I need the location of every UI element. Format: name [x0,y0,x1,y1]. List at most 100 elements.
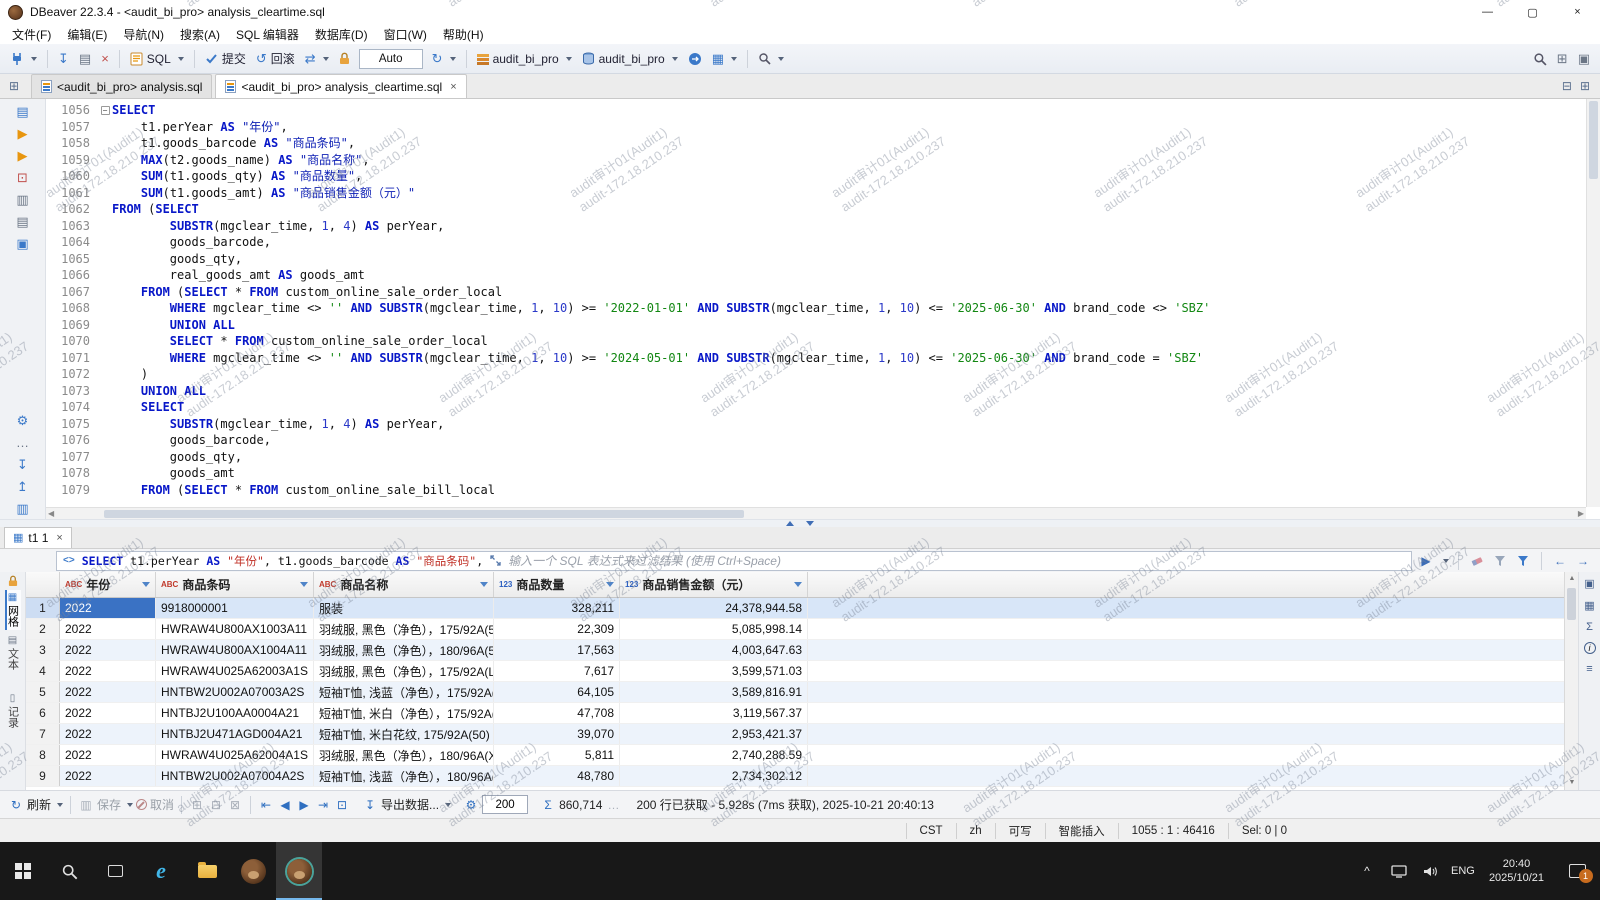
volume-tray-button[interactable] [1415,842,1447,900]
grid-cell[interactable]: 3,599,571.03 [620,661,808,681]
grid-cell[interactable]: 39,070 [494,724,620,744]
network-tray-button[interactable] [1383,842,1415,900]
menu-item[interactable]: 导航(N) [115,24,172,44]
language-indicator[interactable]: ENG [1447,842,1479,900]
side-tab-grid[interactable]: ▦ 网格 [5,590,21,630]
code-line[interactable]: 1070 SELECT * FROM custom_online_sale_or… [46,333,1586,350]
taskbar-clock[interactable]: 20:40 2025/10/21 [1479,857,1554,885]
refresh-button[interactable]: ↻ [428,47,460,71]
code-line[interactable]: 1073 UNION ALL [46,383,1586,400]
action-center-button[interactable]: 1 [1554,842,1600,900]
next-row-icon[interactable]: ▶ [296,798,312,812]
grid-cell[interactable]: 48,780 [494,766,620,786]
layout-button[interactable]: ▣ [1574,47,1594,71]
grid-cell[interactable]: 9918000001 [156,598,314,618]
row-number[interactable]: 1 [26,598,60,618]
execute-script-icon[interactable]: ▶ [13,147,33,164]
results-tab[interactable]: ▦ t1 1 × [4,527,72,548]
side-tab-record[interactable]: ▯ 记录 [5,691,21,731]
grid-cell[interactable]: HNTBJ2U471AGD004A21 [156,724,314,744]
grid-cell[interactable]: 24,378,944.58 [620,598,808,618]
grid-cell[interactable]: 2022 [60,598,156,618]
cancel-label[interactable]: 取消 [150,796,174,813]
grid-cell[interactable]: 2022 [60,724,156,744]
more-icon[interactable]: … [605,798,621,812]
grid-cell[interactable]: 47,708 [494,703,620,723]
code-line[interactable]: 1056−SELECT [46,102,1586,119]
grid-cell[interactable]: HNTBJ2U100AA0004A21 [156,703,314,723]
apply-filter-icon[interactable]: ▶ [1417,552,1435,570]
row-number[interactable]: 9 [26,766,60,786]
column-filter-icon[interactable] [142,582,150,587]
output-panel-icon[interactable]: ▣ [13,235,33,252]
grid-cell[interactable]: 328,211 [494,598,620,618]
file-explorer-button[interactable] [184,842,230,900]
delete-row-icon[interactable]: ⊠ [227,798,243,812]
row-number[interactable]: 7 [26,724,60,744]
metadata-panel-icon[interactable]: i [1584,642,1596,654]
code-line[interactable]: 1064 goods_barcode, [46,234,1586,251]
quick-search-button[interactable] [1529,47,1551,71]
grid-cell[interactable]: 短袖T恤, 浅蓝（净色），175/92A(L) [314,682,494,702]
row-number[interactable]: 5 [26,682,60,702]
history-back-icon[interactable]: ← [1551,552,1569,570]
grid-cell[interactable]: HNTBW2U002A07003A2S [156,682,314,702]
code-line[interactable]: 1072 ) [46,366,1586,383]
references-panel-icon[interactable]: ≡ [1586,663,1592,675]
expand-filter-icon[interactable] [490,555,501,566]
last-row-icon[interactable]: ⇥ [315,798,331,812]
database-navigator-icon[interactable]: ▤ [13,103,33,120]
autocommit-lock-button[interactable] [335,47,354,71]
menu-item[interactable]: 搜索(A) [172,24,228,44]
grid-cell[interactable]: 64,105 [494,682,620,702]
result-settings-gear-icon[interactable]: ⚙ [463,798,479,812]
add-row-icon[interactable]: ⊞ [189,798,205,812]
sql-editor-button[interactable]: SQL [126,47,188,71]
filter-icon[interactable] [1514,552,1532,570]
export-data-label[interactable]: 导出数据... [381,796,439,813]
grid-cell[interactable]: HWRAW4U800AX1003A11 [156,619,314,639]
execute-statement-icon[interactable]: ▶ [13,125,33,142]
expand-up-icon[interactable] [786,521,794,526]
transaction-mode-button[interactable]: ⇄ [301,47,333,71]
cancel-icon[interactable] [136,799,147,810]
column-filter-icon[interactable] [300,582,308,587]
more-options-icon[interactable]: … [13,434,33,451]
save-result-icon[interactable]: ▥ [78,798,94,812]
menu-item[interactable]: 帮助(H) [435,24,492,44]
grid-cell[interactable]: 服装 [314,598,494,618]
export-file-icon[interactable]: ↧ [13,456,33,473]
navigator-sync-button[interactable] [684,47,706,71]
grid-cell[interactable]: 2022 [60,766,156,786]
dbeaver-taskbar-button-1[interactable] [230,842,276,900]
grid-cell[interactable]: 3,589,816.91 [620,682,808,702]
open-script-button[interactable]: ▤ [75,47,95,71]
maximize-view-icon[interactable]: ⊞ [1580,79,1590,93]
grid-cell[interactable]: 17,563 [494,640,620,660]
menu-item[interactable]: 编辑(E) [59,24,115,44]
row-number[interactable]: 3 [26,640,60,660]
code-line[interactable]: 1079 FROM (SELECT * FROM custom_online_s… [46,482,1586,499]
close-tab-icon[interactable]: × [450,81,456,93]
tasks-button[interactable]: ▦ [708,47,741,71]
column-header[interactable]: ABC商品条码 [156,572,314,597]
code-line[interactable]: 1067 FROM (SELECT * FROM custom_online_s… [46,284,1586,301]
start-button[interactable] [0,842,46,900]
sql-editor[interactable]: 1056−SELECT1057 t1.perYear AS "年份",1058 … [46,99,1600,519]
grid-cell[interactable]: 4,003,647.63 [620,640,808,660]
grid-cell[interactable]: 3,119,567.37 [620,703,808,723]
close-results-icon[interactable]: × [56,532,62,544]
previous-row-icon[interactable]: ◀ [277,798,293,812]
grid-cell[interactable]: 22,309 [494,619,620,639]
grid-cell[interactable]: 7,617 [494,661,620,681]
grid-cell[interactable]: HWRAW4U025A62004A1S [156,745,314,765]
table-row[interactable]: 82022HWRAW4U025A62004A1S羽绒服, 黑色（净色），180/… [26,745,1564,766]
grid-cell[interactable]: 羽绒服, 黑色（净色），180/96A(XL) [314,745,494,765]
table-row[interactable]: 62022HNTBJ2U100AA0004A21短袖T恤, 米白（净色），175… [26,703,1564,724]
grid-cell[interactable]: HWRAW4U800AX1004A11 [156,640,314,660]
search-button[interactable] [754,47,788,71]
open-perspective-button[interactable]: ⊞ [1553,47,1572,71]
code-line[interactable]: 1068 WHERE mgclear_time <> '' AND SUBSTR… [46,300,1586,317]
ie-button[interactable]: e [138,842,184,900]
grid-cell[interactable]: 羽绒服, 黑色（净色），180/96A(52) [314,640,494,660]
